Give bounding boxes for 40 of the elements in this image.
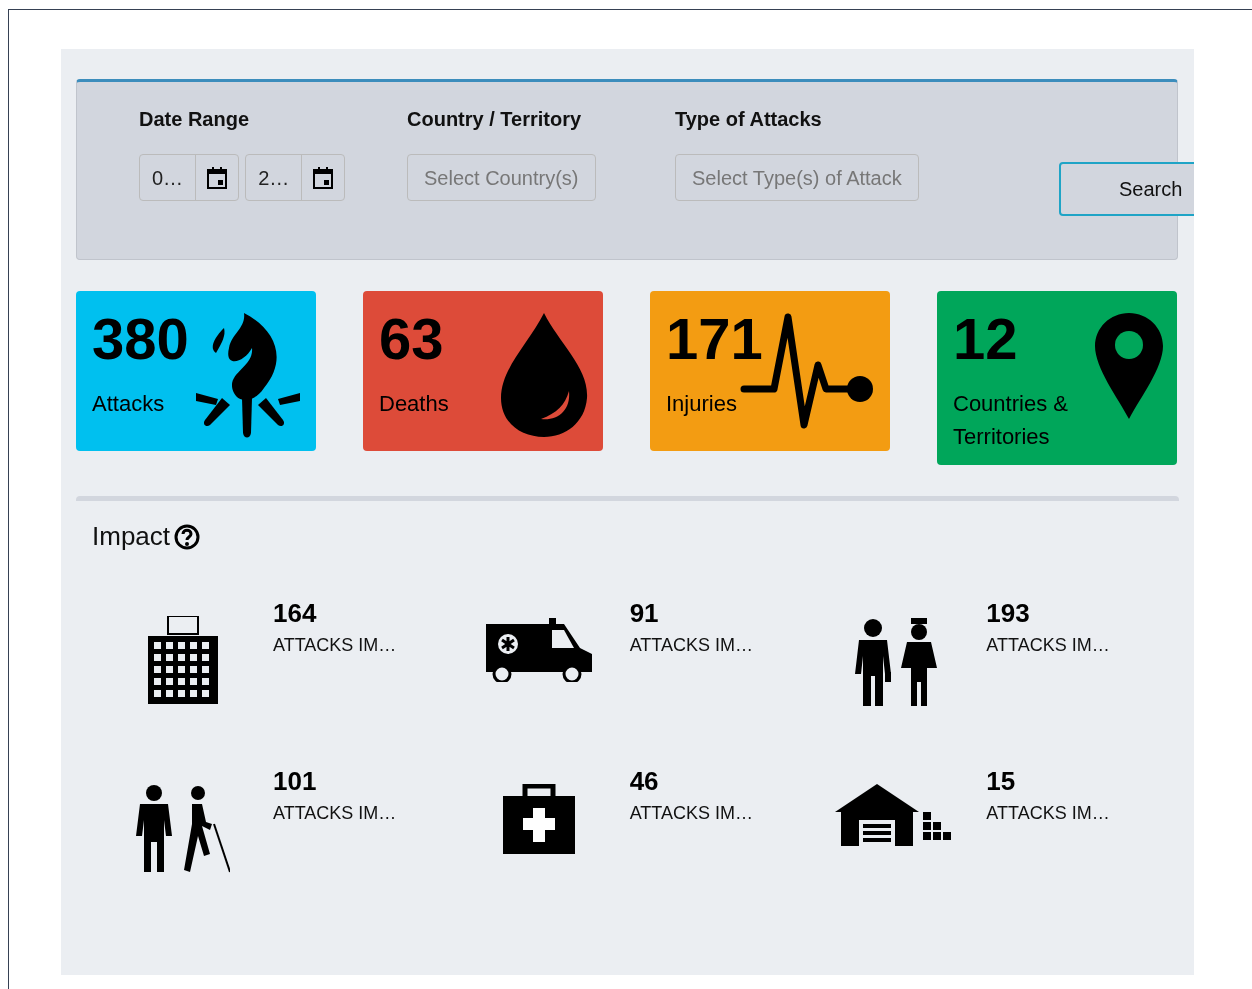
date-field[interactable]: 0… [139,154,240,201]
calendar-icon[interactable] [206,165,229,190]
hospital-icon [147,616,218,704]
impact-label: ATTACKS IM… [629,802,753,825]
date-value: 0… [151,165,185,191]
search-button[interactable]: Search [1059,162,1194,216]
calendar-icon[interactable] [312,165,335,190]
impact-label: ATTACKS IM… [629,634,753,657]
ambulance-icon [484,616,595,682]
first-aid-kit-icon [503,784,576,854]
stat-label: Attacks [92,390,166,418]
impact-count: 164 [273,598,318,628]
map-pin-icon [1095,313,1163,421]
date-value: 2… [257,165,291,191]
impact-count: 193 [986,598,1031,628]
help-icon[interactable] [174,523,201,550]
impact-count: 91 [629,598,660,628]
impact-count: 101 [273,766,318,796]
stat-value: 63 [379,307,445,371]
campfire-icon [194,313,302,439]
filter-label: Country / Territory [407,107,583,132]
stat-label: Injuries [666,390,738,418]
date-field[interactable]: 2… [245,154,346,201]
impact-label: ATTACKS IM… [273,634,397,657]
filter-label: Type of Attacks [675,107,823,132]
filter-label: Date Range [139,107,251,132]
blood-drop-icon [499,313,589,439]
impact-label: ATTACKS IM… [986,634,1110,657]
stat-label: Deaths [379,390,449,418]
stat-value: 380 [92,307,189,371]
section-title: Impact [92,520,171,553]
impact-count: 46 [629,766,660,796]
medical-staff-icon [852,616,939,706]
stat-value: 12 [953,307,1019,371]
impact-label: ATTACKS IM… [986,802,1110,825]
impact-count: 15 [986,766,1017,796]
stat-value: 171 [666,307,763,371]
impact-label: ATTACKS IM… [273,802,397,825]
injured-people-icon [135,784,230,874]
stat-label: Countries & Territories [953,390,1069,451]
